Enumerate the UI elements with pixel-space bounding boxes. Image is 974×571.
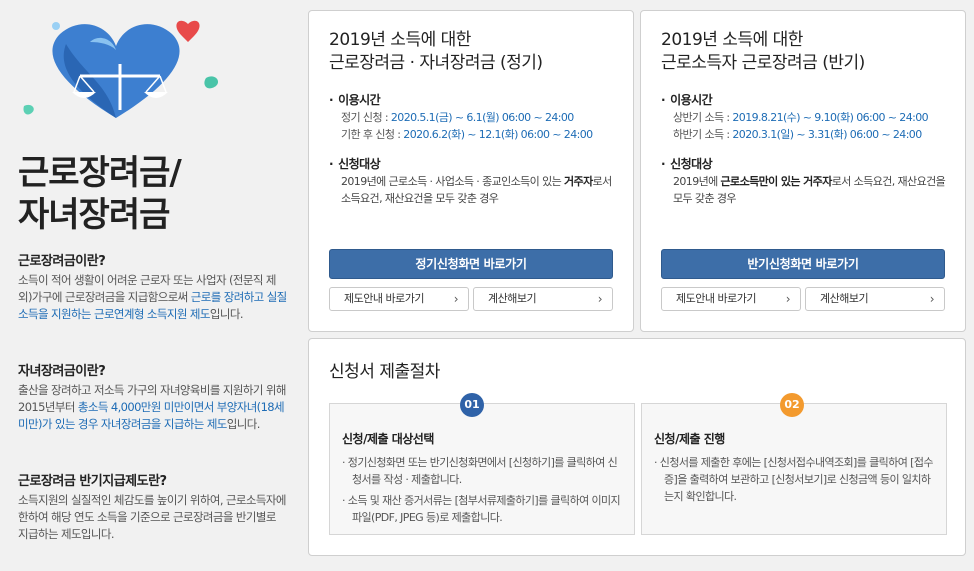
half-year-apply-button[interactable]: 반기신청화면 바로가기: [661, 249, 945, 279]
left-panel: 근로장려금/ 자녀장려금 근로장려금이란? 소득이 적어 생활이 어려운 근로자…: [0, 0, 300, 571]
page-title: 근로장려금/ 자녀장려금: [18, 153, 182, 235]
chevron-right-icon: ›: [785, 292, 791, 306]
guide-button-label: 제도안내 바로가기: [344, 292, 424, 305]
regular-application-card: 2019년 소득에 대한 근로장려금 · 자녀장려금 (정기) 이용시간 정기 …: [308, 10, 634, 332]
target-description: 2019년에 근로소득 · 사업소득 · 종교인소득이 있는 거주자로서 소득요…: [341, 175, 612, 205]
chevron-right-icon: ›: [929, 292, 935, 306]
target-heading: 신청대상: [329, 155, 381, 172]
card-title: 2019년 소득에 대한 근로소득자 근로장려금 (반기): [661, 30, 865, 73]
guide-button-label: 제도안내 바로가기: [676, 292, 756, 305]
usage-row-second-half: 하반기 소득 : 2020.3.1(일) ~ 3.31(화) 06:00 ~ 2…: [673, 128, 922, 141]
target-description: 2019년에 근로소득만이 있는 거주자로서 소득요건, 재산요건을 모두 갖춘…: [673, 175, 946, 205]
list-item: 신청서를 제출한 후에는 [신청서접수내역조회]를 클릭하여 [접수증]을 출력…: [654, 454, 938, 505]
step-list: 정기신청화면 또는 반기신청화면에서 [신청하기]를 클릭하여 신청서를 작성 …: [342, 454, 626, 530]
procedure-title: 신청서 제출절차: [329, 362, 440, 382]
target-heading: 신청대상: [661, 155, 713, 172]
usage-row-first-half: 상반기 소득 : 2019.8.21(수) ~ 9.10(화) 06:00 ~ …: [673, 111, 929, 124]
guide-button[interactable]: 제도안내 바로가기 ›: [329, 287, 469, 311]
step-heading: 신청/제출 진행: [654, 432, 725, 446]
section-heading-half-year: 근로장려금 반기지급제도란?: [18, 474, 167, 489]
step-list: 신청서를 제출한 후에는 [신청서접수내역조회]를 클릭하여 [접수증]을 출력…: [654, 454, 938, 509]
guide-button[interactable]: 제도안내 바로가기 ›: [661, 287, 801, 311]
chevron-right-icon: ›: [597, 292, 603, 306]
calculate-button-label: 계산해보기: [820, 292, 869, 305]
calculate-button[interactable]: 계산해보기 ›: [805, 287, 945, 311]
calculate-button-label: 계산해보기: [488, 292, 537, 305]
procedure-step-2: 신청/제출 진행 신청서를 제출한 후에는 [신청서접수내역조회]를 클릭하여 …: [641, 403, 947, 535]
step-heading: 신청/제출 대상선택: [342, 432, 434, 446]
section-heading-child-incentive: 자녀장려금이란?: [18, 364, 106, 379]
step-number-badge: 02: [780, 393, 804, 417]
section-text-child-incentive: 출산을 장려하고 저소득 가구의 자녀양육비를 지원하기 위해 2015년부터 …: [18, 383, 286, 431]
section-text-half-year: 소득지원의 실질적인 체감도를 높이기 위하여, 근로소득자에 한하여 해당 연…: [18, 493, 286, 541]
list-item: 소득 및 재산 증거서류는 [첨부서류제출하기]를 클릭하여 이미지파일(PDF…: [342, 492, 626, 526]
section-heading-work-incentive: 근로장려금이란?: [18, 254, 106, 269]
list-item: 정기신청화면 또는 반기신청화면에서 [신청하기]를 클릭하여 신청서를 작성 …: [342, 454, 626, 488]
procedure-step-1: 신청/제출 대상선택 정기신청화면 또는 반기신청화면에서 [신청하기]를 클릭…: [329, 403, 635, 535]
usage-row-late: 기한 후 신청 : 2020.6.2(화) ~ 12.1(화) 06:00 ~ …: [341, 128, 593, 141]
usage-time-heading: 이용시간: [661, 91, 713, 108]
section-text-work-incentive: 소득이 적어 생활이 어려운 근로자 또는 사업자 (전문직 제외)가구에 근로…: [18, 273, 287, 321]
chevron-right-icon: ›: [453, 292, 459, 306]
heart-scale-illustration: [23, 20, 219, 118]
procedure-panel: 신청서 제출절차 신청/제출 대상선택 정기신청화면 또는 반기신청화면에서 […: [308, 338, 966, 556]
calculate-button[interactable]: 계산해보기 ›: [473, 287, 613, 311]
half-year-application-card: 2019년 소득에 대한 근로소득자 근로장려금 (반기) 이용시간 상반기 소…: [640, 10, 966, 332]
usage-time-heading: 이용시간: [329, 91, 381, 108]
step-number-badge: 01: [460, 393, 484, 417]
usage-row-regular: 정기 신청 : 2020.5.1(금) ~ 6.1(월) 06:00 ~ 24:…: [341, 111, 574, 124]
regular-apply-button[interactable]: 정기신청화면 바로가기: [329, 249, 613, 279]
card-title: 2019년 소득에 대한 근로장려금 · 자녀장려금 (정기): [329, 30, 543, 73]
